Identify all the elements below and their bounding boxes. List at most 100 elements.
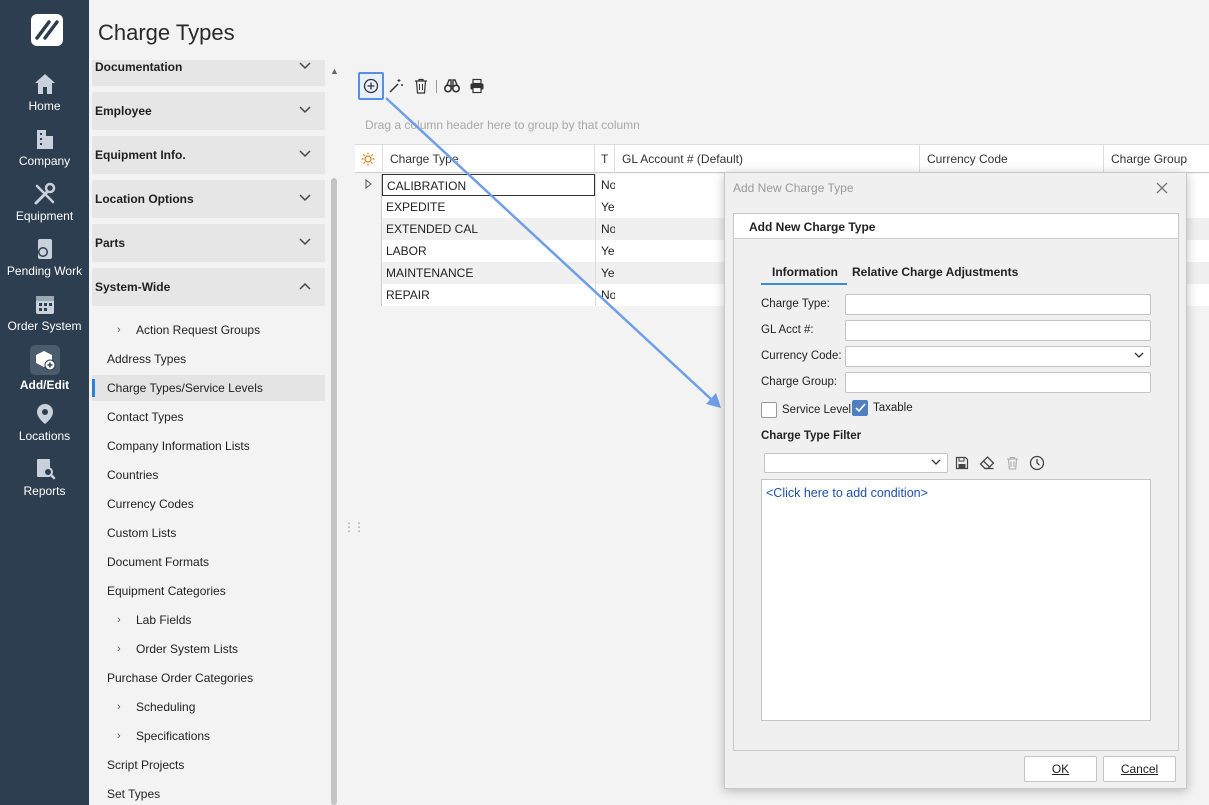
cell-t[interactable]: Yes <box>595 240 615 262</box>
add-button[interactable] <box>358 72 384 100</box>
tools-icon <box>34 182 55 205</box>
filter-select[interactable] <box>764 453 948 473</box>
splitter-handle[interactable]: ⋮⋮ <box>343 520 365 534</box>
nav-add-edit-label: Add/Edit <box>19 378 70 392</box>
calendar-icon <box>35 296 54 314</box>
cell-charge-type[interactable]: EXTENDED CAL <box>382 218 595 240</box>
section-location-options[interactable]: Location Options <box>92 180 325 218</box>
section-parts-label: Parts <box>95 236 126 250</box>
tree-item-scheduling[interactable]: › Scheduling <box>117 694 329 720</box>
add-condition-link[interactable]: <Click here to add condition> <box>766 486 928 500</box>
delete-button[interactable] <box>408 72 434 100</box>
find-button[interactable] <box>439 72 465 100</box>
filter-condition-editor[interactable]: <Click here to add condition> <box>761 479 1151 721</box>
nav-equipment-label: Equipment <box>15 209 74 223</box>
section-employee[interactable]: Employee <box>92 92 325 130</box>
charge-group-label: Charge Group: <box>761 376 838 388</box>
column-charge-type[interactable]: Charge Type <box>382 145 595 173</box>
cell-t[interactable]: Yes <box>595 262 615 284</box>
cell-t[interactable]: No <box>595 284 615 306</box>
tree-item-set-types[interactable]: Set Types <box>107 781 325 805</box>
tree-item-countries[interactable]: Countries <box>107 462 325 488</box>
section-documentation-label: Documentation <box>95 60 183 74</box>
tree-item-contact-types[interactable]: Contact Types <box>107 404 325 430</box>
tree-item-action-request-groups[interactable]: › Action Request Groups <box>117 317 329 343</box>
column-t[interactable]: T <box>595 145 615 173</box>
column-gl-account[interactable]: GL Account # (Default) <box>615 145 920 173</box>
nav-company[interactable]: Company <box>0 127 89 182</box>
section-employee-label: Employee <box>95 104 152 118</box>
location-pin-icon <box>36 404 53 424</box>
cell-charge-type[interactable]: LABOR <box>382 240 595 262</box>
tree-item-specifications[interactable]: › Specifications <box>117 723 329 749</box>
tree-item-equipment-categories[interactable]: Equipment Categories <box>107 578 325 604</box>
section-documentation[interactable]: Documentation <box>92 60 325 86</box>
service-level-checkbox[interactable] <box>761 402 777 418</box>
section-parts[interactable]: Parts <box>92 224 325 262</box>
tree-item-script-projects[interactable]: Script Projects <box>107 752 325 778</box>
tree-item-currency-codes[interactable]: Currency Codes <box>107 491 325 517</box>
cancel-button[interactable]: Cancel <box>1103 756 1176 782</box>
tab-information[interactable]: Information <box>761 265 847 285</box>
dialog-window-title: Add New Charge Type <box>733 181 854 195</box>
print-button[interactable] <box>464 72 490 100</box>
charge-type-input[interactable] <box>845 294 1151 315</box>
currency-code-select[interactable] <box>845 346 1151 367</box>
row-indicator <box>355 174 382 196</box>
nav-order-system-label: Order System <box>7 319 82 333</box>
cell-charge-type[interactable]: REPAIR <box>382 284 595 306</box>
clear-filter-button[interactable] <box>978 454 996 472</box>
close-icon[interactable] <box>1156 182 1168 194</box>
app-logo[interactable] <box>31 14 63 46</box>
nav-locations-label: Locations <box>18 429 71 443</box>
nav-locations[interactable]: Locations <box>0 402 89 457</box>
filter-history-button[interactable] <box>1028 454 1046 472</box>
trash-icon <box>1006 456 1018 470</box>
binoculars-icon <box>444 79 460 93</box>
save-filter-button[interactable] <box>953 454 971 472</box>
taxable-checkbox[interactable] <box>852 400 868 416</box>
ok-button[interactable]: OK <box>1024 756 1097 782</box>
delete-filter-button[interactable] <box>1003 454 1021 472</box>
tree-item-purchase-order-categories[interactable]: Purchase Order Categories <box>107 665 325 691</box>
column-charge-group[interactable]: Charge Group <box>1104 145 1209 173</box>
tree-item-document-formats[interactable]: Document Formats <box>107 549 325 575</box>
app-window: Home Company Equipment Pending Work Orde… <box>0 0 1209 805</box>
tree-item-custom-lists[interactable]: Custom Lists <box>107 520 325 546</box>
nav-equipment[interactable]: Equipment <box>0 182 89 237</box>
wizard-button[interactable] <box>383 72 409 100</box>
gl-acct-input[interactable] <box>845 320 1151 341</box>
scroll-up-arrow-icon[interactable]: ▲ <box>330 66 339 76</box>
nav-rail: Home Company Equipment Pending Work Orde… <box>0 0 89 805</box>
tree-item-charge-types[interactable]: Charge Types/Service Levels <box>92 375 325 401</box>
magic-wand-icon <box>389 79 403 93</box>
section-equipment-info[interactable]: Equipment Info. <box>92 136 325 174</box>
tree-item-order-system-lists[interactable]: › Order System Lists <box>117 636 329 662</box>
nav-order-system[interactable]: Order System <box>0 292 89 347</box>
tree-scrollbar[interactable] <box>331 178 337 805</box>
nav-pending-work[interactable]: Pending Work <box>0 237 89 292</box>
section-system-wide[interactable]: System-Wide <box>92 268 325 306</box>
tab-relative-charge-adjustments[interactable]: Relative Charge Adjustments <box>852 265 1018 279</box>
tree-item-lab-fields[interactable]: › Lab Fields <box>117 607 329 633</box>
toolbar-separator <box>436 80 437 93</box>
cell-t[interactable]: No <box>595 174 615 196</box>
cancel-button-label: Cancel <box>1120 762 1159 776</box>
tree-item-label: Lab Fields <box>136 613 192 627</box>
nav-home[interactable]: Home <box>0 72 89 127</box>
chevron-down-icon <box>299 150 311 158</box>
cell-charge-type[interactable]: CALIBRATION <box>382 174 595 196</box>
cell-t[interactable]: Yes <box>595 196 615 218</box>
charge-group-input[interactable] <box>845 372 1151 393</box>
tree-item-address-types[interactable]: Address Types <box>107 346 325 372</box>
column-currency-code[interactable]: Currency Code <box>920 145 1104 173</box>
tree-item-company-information-lists[interactable]: Company Information Lists <box>107 433 325 459</box>
nav-reports[interactable]: Reports <box>0 457 89 512</box>
section-location-options-label: Location Options <box>95 192 194 206</box>
cell-charge-type[interactable]: EXPEDITE <box>382 196 595 218</box>
cell-charge-type[interactable]: MAINTENANCE <box>382 262 595 284</box>
save-icon <box>955 456 969 470</box>
column-chooser-icon[interactable] <box>361 152 375 166</box>
cell-t[interactable]: No <box>595 218 615 240</box>
nav-add-edit[interactable]: Add/Edit <box>0 345 89 400</box>
